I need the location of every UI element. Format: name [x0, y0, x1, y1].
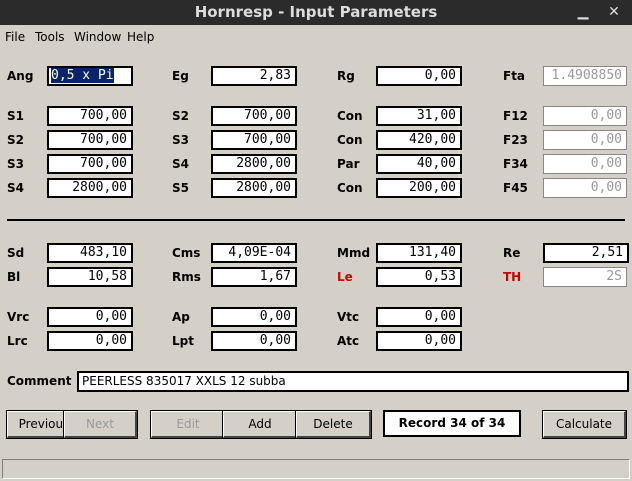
bl-label: Bl [7, 270, 21, 284]
status-bar [2, 459, 630, 479]
lpt-field[interactable]: 0,00 [211, 331, 297, 351]
re-field[interactable]: 2,51 [543, 243, 629, 263]
cms-label: Cms [172, 246, 201, 260]
ap-field[interactable]: 0,00 [211, 307, 297, 327]
s2-field[interactable]: 700,00 [211, 106, 297, 126]
th-label[interactable]: TH [503, 270, 521, 284]
fta-label: Fta [503, 69, 526, 83]
lpt-label: Lpt [172, 334, 194, 348]
section-divider [7, 219, 625, 221]
eg-label: Eg [172, 69, 189, 83]
rg-label: Rg [337, 69, 355, 83]
vrc-label: Vrc [7, 310, 30, 324]
edit-button: Edit [151, 411, 226, 438]
con3-field[interactable]: 200,00 [376, 178, 462, 198]
calculate-button[interactable]: Calculate [543, 411, 626, 438]
next-button: Next [64, 411, 137, 438]
s2b-field[interactable]: 700,00 [47, 130, 133, 150]
lrc-field[interactable]: 0,00 [47, 331, 133, 351]
title-bar: Hornresp - Input Parameters ▁ ✕ [0, 0, 632, 25]
vtc-field[interactable]: 0,00 [376, 307, 462, 327]
menu-window[interactable]: Window [74, 30, 121, 44]
con1-field[interactable]: 31,00 [376, 106, 462, 126]
f34-field: 0,00 [543, 154, 627, 174]
th-field: 2S [543, 267, 627, 287]
par-label: Par [337, 157, 360, 171]
ang-field[interactable]: 0,5 x Pi [47, 66, 133, 86]
s4b-field[interactable]: 2800,00 [47, 178, 133, 198]
fta-field: 1.4908850 [543, 66, 627, 86]
mmd-field[interactable]: 131,40 [376, 243, 462, 263]
con2-field[interactable]: 420,00 [376, 130, 462, 150]
s4-label: S4 [172, 157, 189, 171]
ang-value: 0,5 x Pi [51, 68, 114, 83]
s3b-label: S3 [7, 157, 24, 171]
s4b-label: S4 [7, 181, 24, 195]
par-field[interactable]: 40,00 [376, 154, 462, 174]
f45-field: 0,00 [543, 178, 627, 198]
sd-field[interactable]: 483,10 [47, 243, 133, 263]
rms-label: Rms [172, 270, 201, 284]
s2-label: S2 [172, 109, 189, 123]
close-icon[interactable]: ✕ [602, 0, 626, 25]
re-label: Re [503, 246, 521, 260]
cms-field[interactable]: 4,09E-04 [211, 243, 297, 263]
bl-field[interactable]: 10,58 [47, 267, 133, 287]
con2-label: Con [337, 133, 363, 147]
s1-label: S1 [7, 109, 24, 123]
s3b-field[interactable]: 700,00 [47, 154, 133, 174]
menu-tools[interactable]: Tools [35, 30, 65, 44]
menu-bar: File Tools Window Help [0, 26, 632, 48]
s3-field[interactable]: 700,00 [211, 130, 297, 150]
vtc-label: Vtc [337, 310, 360, 324]
menu-help[interactable]: Help [127, 30, 154, 44]
add-button[interactable]: Add [223, 411, 298, 438]
eg-field[interactable]: 2,83 [211, 66, 297, 86]
con3-label: Con [337, 181, 363, 195]
f34-label: F34 [503, 157, 528, 171]
f45-label: F45 [503, 181, 528, 195]
comment-label: Comment [7, 374, 72, 388]
le-field[interactable]: 0,53 [376, 267, 462, 287]
rms-field[interactable]: 1,67 [211, 267, 297, 287]
delete-button[interactable]: Delete [296, 411, 371, 438]
mmd-label: Mmd [337, 246, 371, 260]
window-title: Hornresp - Input Parameters [194, 3, 438, 21]
vrc-field[interactable]: 0,00 [47, 307, 133, 327]
f23-label: F23 [503, 133, 528, 147]
lrc-label: Lrc [7, 334, 28, 348]
f12-label: F12 [503, 109, 528, 123]
f23-field: 0,00 [543, 130, 627, 150]
s5-field[interactable]: 2800,00 [211, 178, 297, 198]
f12-field: 0,00 [543, 106, 627, 126]
ap-label: Ap [172, 310, 190, 324]
sd-label: Sd [7, 246, 25, 260]
minimize-icon[interactable]: ▁ [571, 0, 595, 25]
s1-field[interactable]: 700,00 [47, 106, 133, 126]
con1-label: Con [337, 109, 363, 123]
menu-file[interactable]: File [5, 30, 25, 44]
comment-field[interactable]: PEERLESS 835017 XXLS 12 subba [77, 371, 629, 392]
s4-field[interactable]: 2800,00 [211, 154, 297, 174]
record-indicator: Record 34 of 34 [383, 410, 521, 437]
atc-label: Atc [337, 334, 360, 348]
s5-label: S5 [172, 181, 189, 195]
le-label[interactable]: Le [337, 270, 353, 284]
atc-field[interactable]: 0,00 [376, 331, 462, 351]
s2b-label: S2 [7, 133, 24, 147]
ang-label: Ang [7, 69, 34, 83]
s3-label: S3 [172, 133, 189, 147]
rg-field[interactable]: 0,00 [376, 66, 462, 86]
